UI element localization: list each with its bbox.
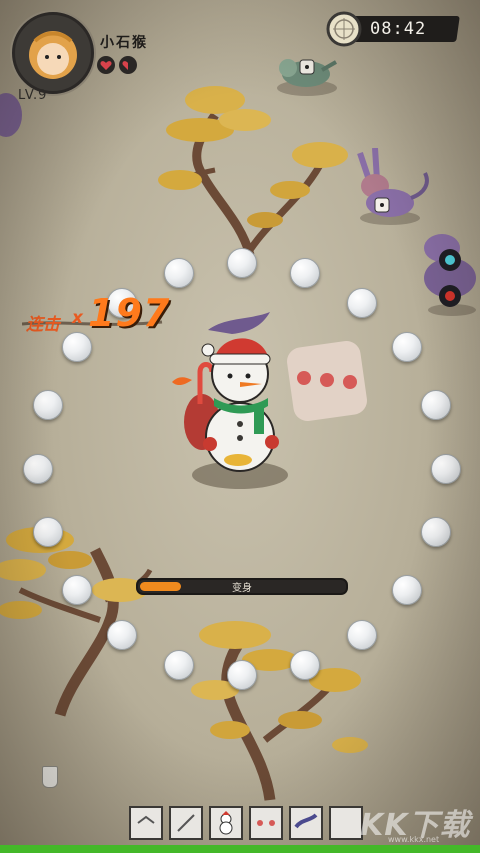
orb [290,258,320,288]
skill-slot-5[interactable] [289,806,323,840]
skill-bar [129,806,363,840]
snowman-skill-icon [219,811,233,835]
orb [347,620,377,650]
skill-empty-icon [334,811,358,835]
orb [227,248,257,278]
orb [290,650,320,680]
skill-empty-icon [177,814,195,832]
hearts [97,56,137,74]
orb [392,575,422,605]
snowman-player-icon [184,312,288,489]
skill-slot-4[interactable] [249,806,283,840]
orb [421,517,451,547]
timer-text: 08:42 [370,19,427,39]
orb [392,332,422,362]
orb [164,258,194,288]
orb [164,650,194,680]
orb [33,390,63,420]
combo-times-sign: x [72,308,83,328]
tree-top-icon [158,86,348,257]
game-stage: 连击 x 197 变身 LV.9 小石猴 08:42 KK下载 www.kkx.… [0,0,480,853]
player-name: 小石猴 [100,35,148,51]
tree-bottom-icon [191,621,368,801]
orb [62,575,92,605]
skill-empty-icon [137,815,155,824]
orb [62,332,92,362]
heart-full-icon [97,56,115,74]
enemy-purple-dragon-icon [424,234,476,316]
transform-progress-label: 变身 [232,583,252,594]
orb [107,620,137,650]
combo-label: 连击 [26,315,60,335]
red-dots-skill-icon [257,820,275,826]
skill-slot-2[interactable] [169,806,203,840]
timer: 08:42 [326,10,460,47]
flame-icon [172,377,192,386]
enemy-green-creature-icon [277,59,337,96]
combo-counter: 连击 x 197 [22,290,171,336]
skill-slot-3[interactable] [209,806,243,840]
orb [23,454,53,484]
orb [431,454,461,484]
orb [33,517,63,547]
skill-slot-6[interactable] [329,806,363,840]
player-avatar[interactable] [12,12,94,94]
purple-dragon-skill-icon [294,813,318,829]
player-level: LV.9 [18,88,48,103]
combo-count: 197 [88,291,171,335]
compass-clock-icon [326,11,362,47]
cup-icon [42,766,58,788]
heart-half-icon [119,56,137,74]
orb [421,390,451,420]
watermark-url: www.kkx.net [388,835,440,844]
monkey-king-avatar-icon [29,31,77,79]
orb [347,288,377,318]
orb [227,660,257,690]
transform-progress-bar: 变身 [136,578,348,595]
enemy-purple-rabbit-icon [357,148,429,225]
bottom-strip [0,845,480,853]
skill-slot-1[interactable] [129,806,163,840]
